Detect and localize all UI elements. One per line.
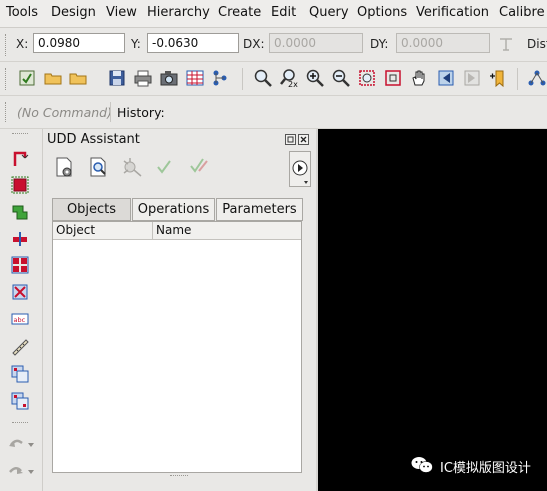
zoom-in-icon[interactable] xyxy=(305,68,325,88)
menu-calibre[interactable]: Calibre xyxy=(499,5,545,20)
dx-field xyxy=(269,33,363,53)
column-header-name[interactable]: Name xyxy=(153,222,301,240)
tab-objects[interactable]: Objects xyxy=(52,198,131,221)
dy-field xyxy=(396,33,490,53)
objects-table[interactable]: Object Name xyxy=(52,221,302,473)
toolbar-grip[interactable] xyxy=(5,68,9,90)
dy-label: DY: xyxy=(370,37,389,51)
coordinate-bar: X: Y: DX: DY: Dist xyxy=(0,28,547,62)
tab-parameters[interactable]: Parameters xyxy=(216,198,303,221)
camera-icon[interactable] xyxy=(159,68,179,88)
ruler-icon[interactable] xyxy=(11,338,29,356)
toolbar-separator xyxy=(110,102,111,122)
zoom-out-icon[interactable] xyxy=(331,68,351,88)
menu-hierarchy[interactable]: Hierarchy xyxy=(147,5,210,20)
measure-top-icon[interactable] xyxy=(497,35,515,53)
svg-text:2x: 2x xyxy=(288,80,298,88)
pan-hand-icon[interactable] xyxy=(409,68,429,88)
palette-divider xyxy=(12,422,28,425)
menu-verification[interactable]: Verification xyxy=(416,5,489,20)
toolbar-separator xyxy=(517,68,518,90)
inspect-document-icon[interactable] xyxy=(88,156,110,178)
toolbar-grip[interactable] xyxy=(5,102,9,122)
toolbar-separator xyxy=(242,68,243,90)
previous-view-icon[interactable] xyxy=(436,68,456,88)
close-panel-icon[interactable] xyxy=(298,134,309,145)
delete-object-icon[interactable] xyxy=(11,283,29,301)
menu-options[interactable]: Options xyxy=(357,5,407,20)
toolbar-grip[interactable] xyxy=(5,34,9,56)
panel-title: UDD Assistant xyxy=(47,132,140,147)
menu-create[interactable]: Create xyxy=(218,5,261,20)
tool-palette: abc xyxy=(0,129,43,491)
debug-icon xyxy=(121,156,143,178)
menu-view[interactable]: View xyxy=(106,5,137,20)
float-panel-icon[interactable] xyxy=(285,134,296,145)
print-icon[interactable] xyxy=(133,68,153,88)
dx-label: DX: xyxy=(243,37,265,51)
menu-design[interactable]: Design xyxy=(51,5,96,20)
table-grid-icon[interactable] xyxy=(185,68,205,88)
column-header-object[interactable]: Object xyxy=(53,222,153,240)
resize-grip[interactable] xyxy=(170,475,188,479)
watermark-text: IC模拟版图设计 xyxy=(440,461,531,476)
redo-icon[interactable] xyxy=(7,462,35,480)
menu-edit[interactable]: Edit xyxy=(271,5,296,20)
dist-label: Dist xyxy=(527,37,547,51)
menu-query[interactable]: Query xyxy=(309,5,349,20)
settings-document-icon[interactable] xyxy=(54,156,76,178)
zoom-box-icon[interactable] xyxy=(383,68,403,88)
hierarchy-tree-icon[interactable] xyxy=(210,68,230,88)
polygon-tool-icon[interactable] xyxy=(11,203,29,221)
main-toolbar: 2x xyxy=(0,62,547,143)
y-field[interactable] xyxy=(147,33,239,53)
path-tool-icon[interactable] xyxy=(11,149,29,167)
flatten-tool-icon[interactable] xyxy=(11,392,29,410)
wechat-logo-icon xyxy=(411,456,433,474)
undo-icon[interactable] xyxy=(7,435,35,453)
x-field[interactable] xyxy=(33,33,125,53)
command-input[interactable]: (No Command) xyxy=(17,105,112,120)
run-menu-button[interactable] xyxy=(289,151,311,187)
zoom-fit-icon[interactable] xyxy=(253,68,273,88)
instance-tool-icon[interactable] xyxy=(11,365,29,383)
save-view-icon[interactable] xyxy=(17,68,37,88)
zoom-2x-icon[interactable]: 2x xyxy=(279,68,299,89)
rectangle-tool-icon[interactable] xyxy=(11,176,29,194)
next-view-icon[interactable] xyxy=(462,68,482,88)
command-bar: (No Command) History: xyxy=(0,96,547,217)
bookmark-icon[interactable] xyxy=(488,68,508,88)
menu-tools[interactable]: Tools xyxy=(6,5,38,20)
layout-canvas[interactable] xyxy=(318,129,547,491)
array-tool-icon[interactable] xyxy=(11,256,29,274)
open-folder-icon[interactable] xyxy=(43,68,63,88)
palette-grip[interactable] xyxy=(12,133,28,136)
zoom-select-icon[interactable] xyxy=(357,68,377,88)
svg-text:abc: abc xyxy=(14,316,26,324)
tab-operations[interactable]: Operations xyxy=(132,198,215,221)
y-label: Y: xyxy=(131,37,141,51)
open-folder-dropdown-icon[interactable] xyxy=(68,68,93,88)
x-label: X: xyxy=(16,37,29,51)
history-label: History: xyxy=(117,105,165,120)
menu-bar: Tools Design View Hierarchy Create Edit … xyxy=(0,0,547,28)
network-icon[interactable] xyxy=(527,68,547,88)
save-icon[interactable] xyxy=(107,68,127,88)
split-tool-icon[interactable] xyxy=(11,230,29,248)
check-all-icon xyxy=(189,156,209,176)
label-tool-icon[interactable]: abc xyxy=(11,310,29,328)
check-icon xyxy=(155,158,173,176)
